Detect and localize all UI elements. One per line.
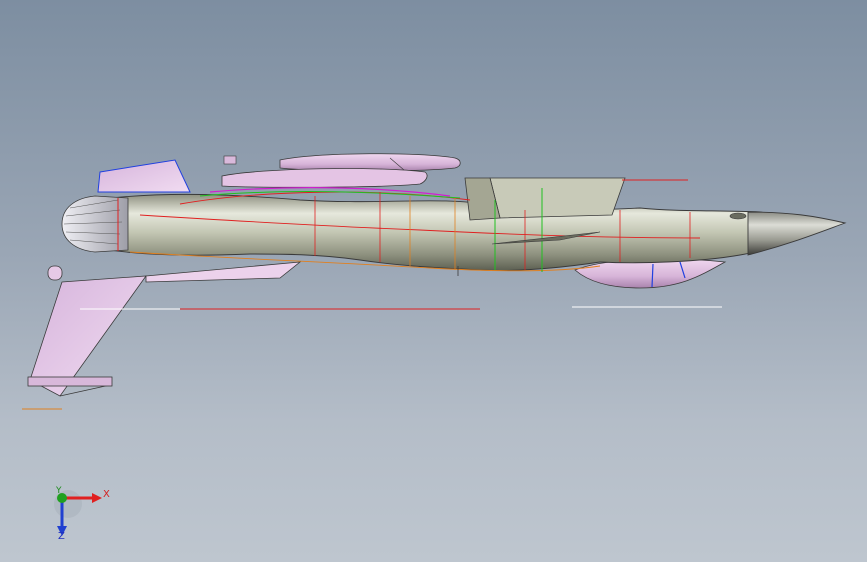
x-axis-label: X [103,489,110,500]
tail-fin[interactable] [97,159,191,193]
engine-exhaust[interactable] [61,195,129,253]
y-axis-label: Y [56,486,62,496]
lower-wing[interactable] [22,261,302,410]
axis-triad: X Y Z [40,478,120,548]
z-axis-label: Z [58,531,65,542]
cad-viewport[interactable]: X Y Z [0,0,867,562]
ventral-pod[interactable] [574,258,727,289]
aircraft-model[interactable] [0,0,867,562]
dorsal-tank[interactable] [221,153,461,188]
